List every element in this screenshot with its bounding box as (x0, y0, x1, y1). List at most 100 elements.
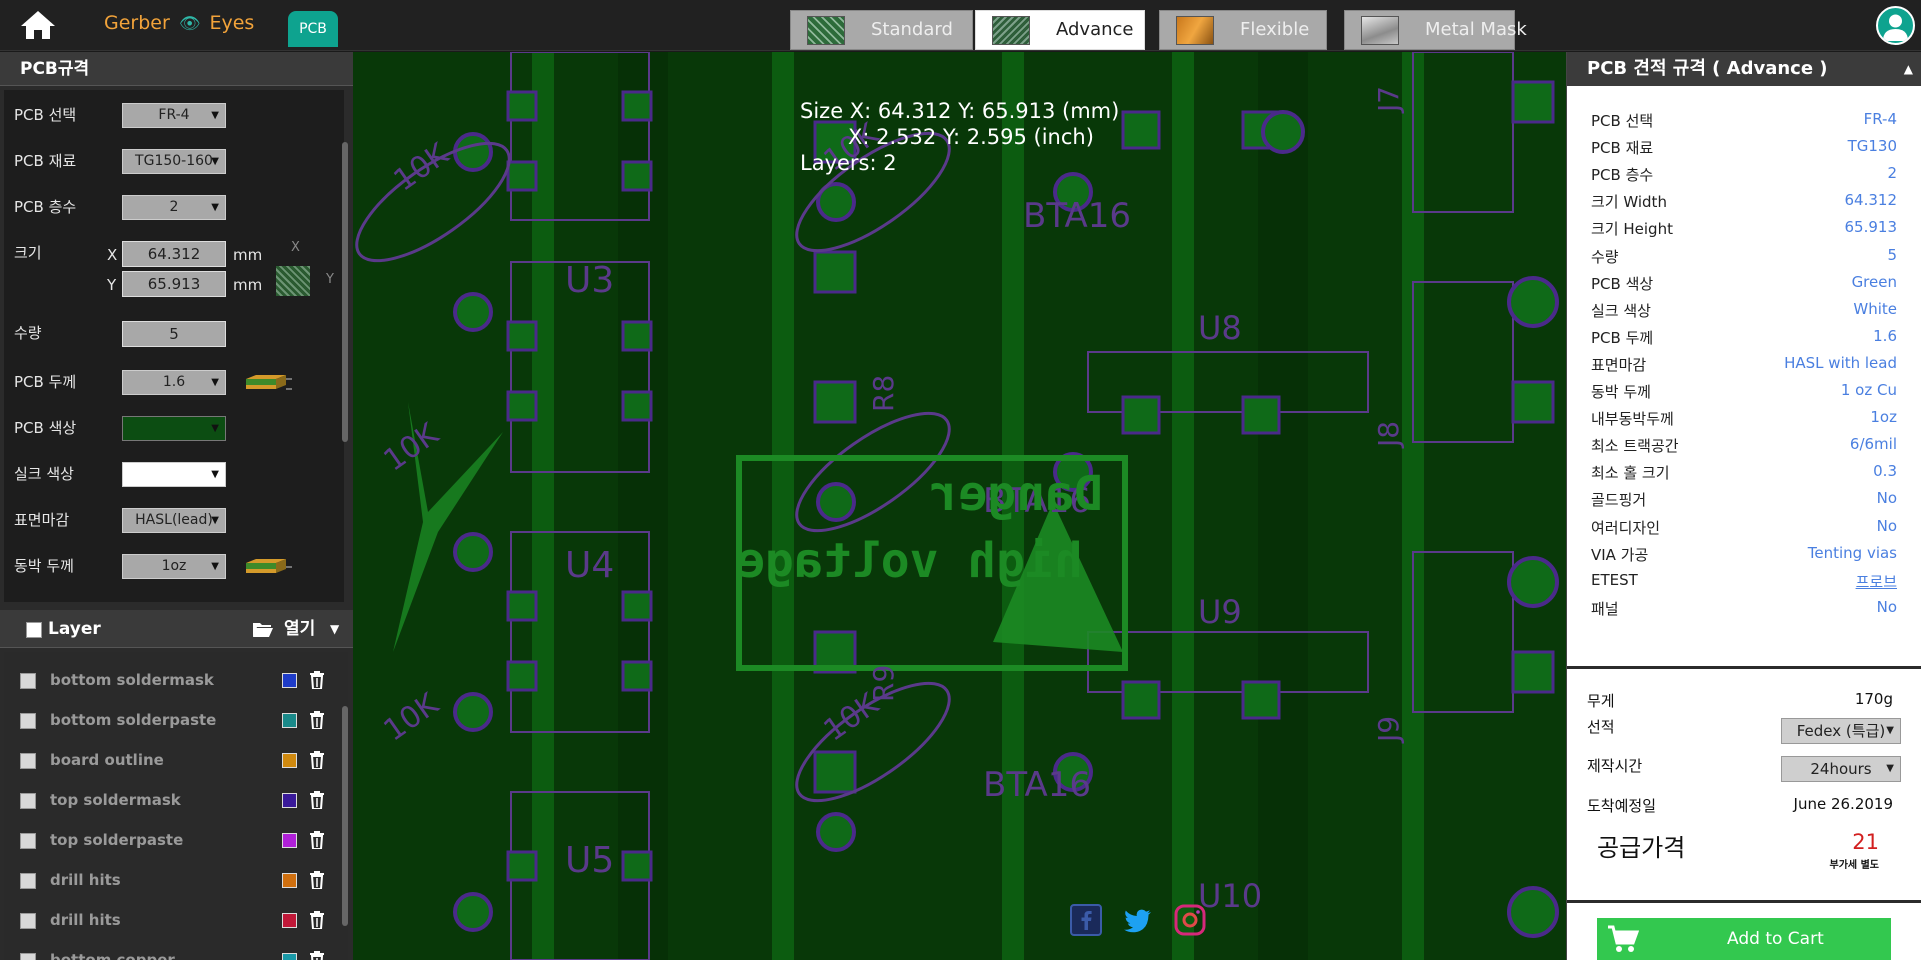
estimate-row: VIA 가공 Tenting vias (1591, 544, 1911, 566)
layer-visibility-checkbox[interactable] (20, 713, 36, 729)
layer-select-all-checkbox[interactable] (26, 622, 42, 638)
silk-bta16-1: BTA16 (1023, 196, 1131, 236)
layer-color-swatch[interactable] (282, 713, 297, 728)
pcb-mode-chip[interactable]: PCB (288, 11, 338, 47)
layer-color-swatch[interactable] (282, 833, 297, 848)
tab-metal-mask-label: Metal Mask (1425, 19, 1527, 40)
silk-r8: R8 (867, 375, 900, 412)
estimate-row-label: PCB 선택 (1591, 112, 1654, 130)
tab-flexible[interactable]: Flexible (1159, 10, 1327, 50)
estimate-row-value[interactable]: 프로브 (1856, 571, 1897, 592)
size-x-unit: mm (233, 246, 263, 264)
size-x-label: X (107, 246, 118, 264)
caret-down-icon[interactable]: ▼ (330, 610, 339, 648)
pcb-select-dropdown[interactable]: FR-4 ▼ (122, 103, 226, 128)
trash-icon[interactable] (309, 711, 325, 730)
flexible-pcb-thumbnail (1176, 16, 1214, 45)
layer-row[interactable]: top solderpaste (4, 820, 334, 860)
arrival-row: 도착예정일 June 26.2019 (1587, 795, 1907, 816)
trash-icon[interactable] (309, 791, 325, 810)
layer-visibility-checkbox[interactable] (20, 833, 36, 849)
tab-standard[interactable]: Standard (790, 10, 973, 50)
thickness-dropdown[interactable]: 1.6 ▼ (122, 370, 226, 395)
add-to-cart-button[interactable]: Add to Cart (1597, 918, 1891, 960)
layer-row[interactable]: bottom solderpaste (4, 700, 334, 740)
estimate-row-label: PCB 색상 (1591, 274, 1654, 293)
layer-row[interactable]: drill hits (4, 900, 334, 940)
pcb-layers-value: 2 (169, 199, 179, 215)
copper-dropdown[interactable]: 1oz ▼ (122, 554, 226, 579)
estimate-row-value: HASL with lead (1784, 353, 1897, 372)
trash-icon[interactable] (309, 831, 325, 850)
lead-time-value: 24hours (1810, 760, 1872, 778)
arrival-value: June 26.2019 (1793, 795, 1893, 813)
layer-row[interactable]: drill hits (4, 860, 334, 900)
layer-visibility-checkbox[interactable] (20, 953, 36, 960)
layer-visibility-checkbox[interactable] (20, 753, 36, 769)
brand-logo[interactable]: Gerber 👁︎ Eyes (104, 12, 254, 34)
layer-color-swatch[interactable] (282, 913, 297, 928)
layer-color-swatch[interactable] (282, 673, 297, 688)
home-icon[interactable] (18, 9, 58, 41)
estimate-row-label: 크기 Width (1591, 193, 1667, 212)
pcb-material-dropdown[interactable]: TG150-160 ▼ (122, 149, 226, 174)
user-avatar-icon[interactable] (1876, 6, 1915, 45)
estimate-row-value: FR-4 (1863, 110, 1897, 128)
trash-icon[interactable] (309, 911, 325, 930)
spec-scrollbar[interactable] (342, 142, 348, 442)
silk-u8: U8 (1198, 309, 1242, 347)
facebook-icon[interactable] (1070, 904, 1102, 936)
silk-u10: U10 (1198, 877, 1262, 915)
quantity-input[interactable]: 5 (122, 321, 226, 347)
layer-color-swatch[interactable] (282, 753, 297, 768)
quantity-label: 수량 (14, 324, 42, 342)
shipping-value: Fedex (특급) (1796, 722, 1886, 740)
lead-time-dropdown[interactable]: 24hours ▼ (1781, 756, 1901, 782)
top-bar: Gerber 👁︎ Eyes PCB Standard Advance Flex… (0, 0, 1921, 51)
size-y-input[interactable]: 65.913 (122, 271, 226, 297)
layer-scrollbar[interactable] (342, 706, 348, 926)
layer-color-swatch[interactable] (282, 793, 297, 808)
layer-row[interactable]: bottom soldermask (4, 660, 334, 700)
silk-color-dropdown[interactable]: ▼ (122, 462, 226, 487)
silk-u3: U3 (565, 260, 614, 301)
silk-j7: J7 (1372, 86, 1405, 114)
estimate-row: PCB 색상 Green (1591, 273, 1911, 295)
chevron-down-icon: ▼ (211, 515, 219, 526)
layer-visibility-checkbox[interactable] (20, 913, 36, 929)
layer-color-swatch[interactable] (282, 873, 297, 888)
shipping-dropdown[interactable]: Fedex (특급) ▼ (1781, 718, 1901, 744)
layer-row[interactable]: bottom copper (4, 940, 334, 960)
size-inch-text: X: 2.532 Y: 2.595 (inch) (848, 125, 1094, 149)
instagram-icon[interactable] (1174, 904, 1206, 936)
finish-dropdown[interactable]: HASL(lead) ▼ (122, 508, 226, 533)
layer-visibility-checkbox[interactable] (20, 793, 36, 809)
collapse-caret-icon[interactable]: ▲ (1904, 52, 1913, 86)
layer-row[interactable]: top soldermask (4, 780, 334, 820)
trash-icon[interactable] (309, 671, 325, 690)
pcb-layers-dropdown[interactable]: 2 ▼ (122, 195, 226, 220)
layer-row[interactable]: board outline (4, 740, 334, 780)
gerber-viewer-canvas[interactable]: BTA16 BTA16 BTA16 U3 U4 U5 U8 U9 U10 10K… (353, 52, 1566, 960)
tab-advance[interactable]: Advance (975, 10, 1145, 50)
estimate-row: 크기 Width 64.312 (1591, 191, 1911, 213)
vat-note: 부가세 별도 (1829, 860, 1879, 871)
layer-open-label[interactable]: 열기 (284, 610, 315, 648)
cart-icon (1607, 924, 1640, 960)
trash-icon[interactable] (309, 871, 325, 890)
estimate-row-label: 실크 색상 (1591, 301, 1651, 320)
trash-icon[interactable] (309, 751, 325, 770)
estimate-row: 수량 5 (1591, 246, 1911, 268)
chevron-down-icon: ▼ (211, 110, 219, 121)
tab-metal-mask[interactable]: Metal Mask (1344, 10, 1527, 50)
pcb-color-dropdown[interactable]: ▼ (122, 416, 226, 441)
layer-visibility-checkbox[interactable] (20, 673, 36, 689)
chevron-down-icon: ▼ (211, 561, 219, 572)
trash-icon[interactable] (309, 951, 325, 960)
twitter-icon[interactable] (1122, 904, 1154, 936)
layer-visibility-checkbox[interactable] (20, 873, 36, 889)
layer-color-swatch[interactable] (282, 953, 297, 960)
size-x-input[interactable]: 64.312 (122, 241, 226, 267)
layer-panel-title: Layer (48, 619, 101, 639)
estimate-row: PCB 재료 TG130 (1591, 137, 1911, 159)
